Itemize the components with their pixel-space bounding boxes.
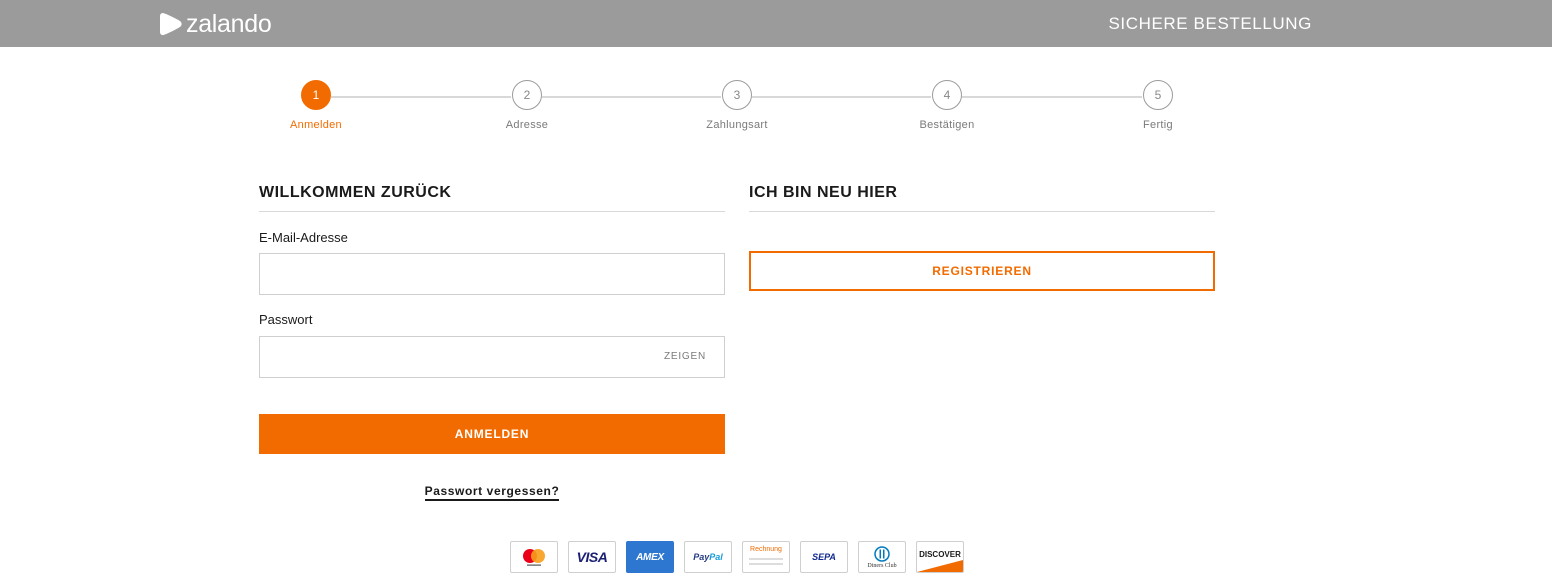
- sepa-text: SEPA: [812, 552, 836, 562]
- step-bestaetigen: 4 Bestätigen: [907, 80, 987, 131]
- rechnung-lines: [749, 558, 783, 560]
- amex-icon: AMEX: [626, 541, 674, 573]
- register-button[interactable]: REGISTRIEREN: [749, 251, 1215, 291]
- login-section: WILLKOMMEN ZURÜCK E-Mail-Adresse Passwor…: [259, 184, 725, 501]
- email-field-wrapper: [259, 253, 725, 295]
- top-bar: zalando SICHERE BESTELLUNG: [0, 0, 1552, 47]
- step-number: 3: [722, 80, 752, 110]
- paypal-text-a: Pay: [693, 552, 710, 562]
- step-connector: [542, 96, 721, 98]
- paypal-text: PayPal: [693, 552, 723, 562]
- step-number: 1: [301, 80, 331, 110]
- diners-club-text: Diners Club: [867, 562, 897, 569]
- discover-icon: DISCOVER: [916, 541, 964, 573]
- forgot-password: Passwort vergessen?: [259, 484, 725, 501]
- step-anmelden: 1 Anmelden: [276, 80, 356, 131]
- step-label: Fertig: [1143, 119, 1173, 131]
- diners-club-logo: Diners Club: [867, 545, 897, 569]
- visa-text: VISA: [576, 549, 608, 565]
- step-label: Zahlungsart: [706, 119, 768, 131]
- rechnung-text: Rechnung: [750, 546, 782, 553]
- zalando-logo[interactable]: zalando: [160, 9, 272, 38]
- step-connector: [752, 96, 931, 98]
- rechnung-icon: Rechnung: [742, 541, 790, 573]
- step-label: Bestätigen: [919, 119, 975, 131]
- email-input[interactable]: [260, 254, 724, 294]
- step-fertig: 5 Fertig: [1118, 80, 1198, 131]
- discover-accent: [917, 560, 963, 572]
- step-adresse: 2 Adresse: [487, 80, 567, 131]
- sepa-icon: SEPA: [800, 541, 848, 573]
- step-number: 2: [512, 80, 542, 110]
- step-zahlungsart: 3 Zahlungsart: [697, 80, 777, 131]
- payment-methods: VISA AMEX PayPal Rechnung SEPA Diners Cl…: [510, 541, 964, 573]
- show-password-button[interactable]: ZEIGEN: [664, 351, 706, 362]
- step-number: 5: [1143, 80, 1173, 110]
- diners-club-icon: Diners Club: [858, 541, 906, 573]
- step-label: Adresse: [505, 119, 549, 131]
- secure-order-label: SICHERE BESTELLUNG: [1108, 14, 1312, 33]
- step-label: Anmelden: [290, 119, 342, 131]
- zalando-play-icon: [160, 13, 182, 36]
- diners-club-mark: [874, 545, 890, 562]
- login-button[interactable]: ANMELDEN: [259, 414, 725, 454]
- logo-text: zalando: [186, 9, 272, 38]
- mastercard-icon: [510, 541, 558, 573]
- amex-text: AMEX: [636, 551, 664, 563]
- password-field-wrapper: ZEIGEN: [259, 336, 725, 378]
- discover-text: DISCOVER: [919, 549, 961, 559]
- step-connector: [331, 96, 511, 98]
- step-connector: [962, 96, 1142, 98]
- paypal-icon: PayPal: [684, 541, 732, 573]
- mastercard-logo: [523, 549, 545, 566]
- register-section: ICH BIN NEU HIER REGISTRIEREN: [749, 184, 1215, 291]
- email-label: E-Mail-Adresse: [259, 230, 348, 245]
- paypal-text-b: Pal: [709, 552, 723, 562]
- password-input[interactable]: [260, 337, 724, 377]
- forgot-password-link[interactable]: Passwort vergessen?: [424, 484, 560, 501]
- password-label: Passwort: [259, 312, 313, 327]
- login-title: WILLKOMMEN ZURÜCK: [259, 184, 725, 212]
- step-number: 4: [932, 80, 962, 110]
- register-title: ICH BIN NEU HIER: [749, 184, 1215, 212]
- visa-icon: VISA: [568, 541, 616, 573]
- checkout-steps: 1 Anmelden 2 Adresse 3 Zahlungsart 4 Bes…: [0, 80, 1552, 140]
